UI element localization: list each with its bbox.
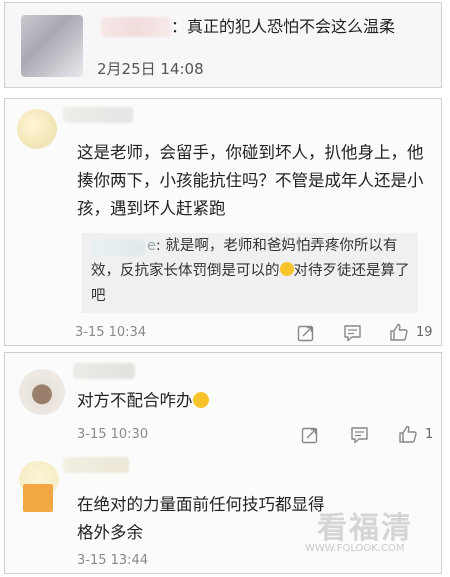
username-blurred[interactable]	[73, 363, 135, 379]
comment-icon[interactable]	[350, 426, 369, 444]
username-blurred[interactable]	[63, 457, 129, 473]
like-count: 19	[416, 325, 433, 340]
laugh-emoji-icon	[192, 391, 209, 408]
comment-icon[interactable]	[343, 324, 362, 342]
comment-time: 3-15 13:44	[77, 553, 149, 568]
original-comment-card[interactable]: ：真正的犯人恐怕不会这么温柔 2月25日 14:08	[4, 2, 442, 88]
avatar-badge	[23, 484, 53, 512]
comment-list-card: 对方不配合咋办 3-15 10:30 1 在绝对的力量面前任何技巧都显得格外多余…	[4, 352, 442, 574]
user-avatar[interactable]	[19, 369, 65, 415]
like-count: 1	[425, 427, 434, 442]
original-comment-text: ：真正的犯人恐怕不会这么温柔	[171, 17, 396, 36]
comment-body: 对方不配合咋办	[77, 391, 193, 410]
like-thumb-icon[interactable]	[398, 424, 418, 444]
username-blurred[interactable]	[63, 107, 133, 123]
original-comment-date: 2月25日 14:08	[97, 60, 204, 78]
comment-text: 对方不配合咋办	[77, 387, 209, 415]
grin-emoji-icon	[279, 262, 294, 276]
watermark-logo: 看福清	[317, 511, 413, 546]
watermark-url: WWW.FQLOOK.COM	[305, 543, 405, 554]
reply-text: e: 就是啊，老师和爸妈怕弄疼你所以有效，反抗家长体罚倒是可以的 对待歹徒还是算了…	[91, 234, 411, 309]
comment-time: 3-15 10:30	[77, 427, 149, 442]
user-avatar[interactable]	[17, 109, 57, 149]
share-icon[interactable]	[297, 324, 315, 342]
comment-time: 3-15 10:34	[75, 325, 147, 340]
user-avatar[interactable]	[21, 15, 83, 77]
share-icon[interactable]	[301, 426, 319, 444]
like-thumb-icon[interactable]	[389, 322, 409, 342]
comment-card-main: 这是老师，会留手，你碰到坏人，扒他身上，他揍你两下，小孩能抗住吗？不管是成年人还…	[4, 98, 442, 346]
comment-text: 在绝对的力量面前任何技巧都显得格外多余	[77, 495, 325, 542]
comment-text: 这是老师，会留手，你碰到坏人，扒他身上，他揍你两下，小孩能抗住吗？不管是成年人还…	[77, 143, 424, 218]
username-blurred[interactable]	[101, 17, 171, 37]
reply-name-suffix: e	[147, 238, 156, 254]
